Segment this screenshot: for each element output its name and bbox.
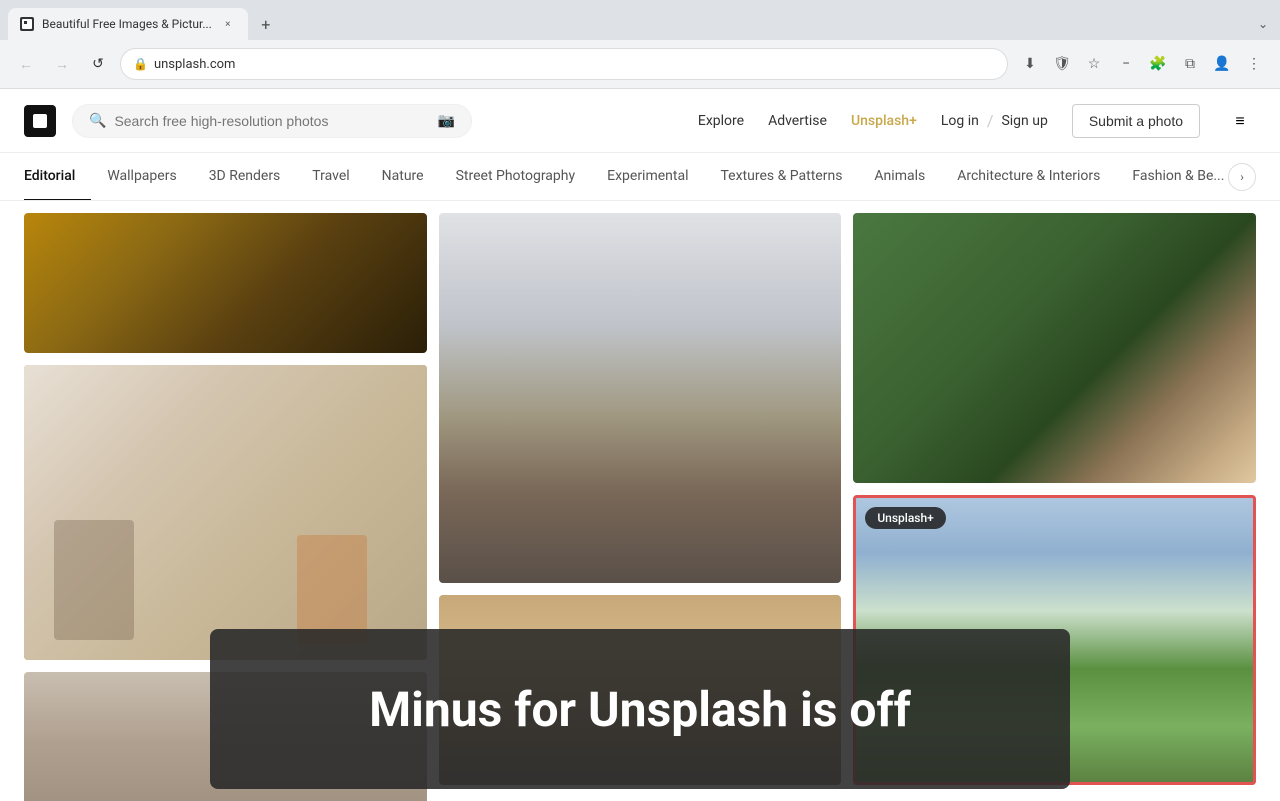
photo-owl[interactable] [853,213,1256,483]
header-nav: Explore Advertise Unsplash+ Log in / Sig… [698,104,1256,138]
category-wallpapers[interactable]: Wallpapers [91,153,192,201]
camera-search-icon[interactable]: 📷 [438,113,455,129]
auth-divider: / [987,111,994,130]
shield-icon[interactable]: 🛡 [1048,50,1076,78]
category-editorial[interactable]: Editorial [24,153,91,201]
category-nature[interactable]: Nature [366,153,440,201]
explore-link[interactable]: Explore [698,113,744,129]
browser-actions: ⬇ 🛡 ☆ − 🧩 ⧉ 👤 ⋮ [1016,50,1268,78]
search-bar[interactable]: 🔍 📷 [72,104,472,138]
main-content: Unsplash+ Unsplash+ Minus for Unsplash i… [0,201,1280,801]
more-options-icon[interactable]: ⋮ [1240,50,1268,78]
overlay-text: Minus for Unsplash is off [369,681,911,738]
category-experimental[interactable]: Experimental [591,153,704,201]
star-icon[interactable]: ☆ [1080,50,1108,78]
submit-photo-button[interactable]: Submit a photo [1072,104,1200,138]
category-architecture-interiors[interactable]: Architecture & Interiors [941,153,1116,201]
login-link[interactable]: Log in [941,113,979,129]
address-bar: ← → ↺ 🔒 unsplash.com ⬇ 🛡 ☆ − 🧩 ⧉ 👤 ⋮ [0,40,1280,88]
photo-couple[interactable]: Unsplash+ [24,365,427,660]
photo-bokeh[interactable] [24,213,427,353]
tab-list-chevron-icon[interactable]: ⌄ [1254,13,1272,35]
site-header: 🔍 📷 Explore Advertise Unsplash+ Log in /… [0,89,1280,153]
tab-favicon [20,17,34,31]
unsplash-plus-link[interactable]: Unsplash+ [851,113,917,129]
profile-icon[interactable]: 👤 [1208,50,1236,78]
tab-close-button[interactable]: × [220,16,236,32]
address-input[interactable]: 🔒 unsplash.com [120,48,1008,80]
reload-button[interactable]: ↺ [84,50,112,78]
active-tab[interactable]: Beautiful Free Images & Pictur... × [8,8,248,40]
category-animals[interactable]: Animals [858,153,941,201]
search-input[interactable] [114,113,429,129]
split-view-icon[interactable]: ⧉ [1176,50,1204,78]
extensions-icon[interactable]: 🧩 [1144,50,1172,78]
category-street-photography[interactable]: Street Photography [440,153,592,201]
category-fashion-beauty[interactable]: Fashion & Be... [1116,153,1240,201]
tab-bar: Beautiful Free Images & Pictur... × + ⌄ [0,0,1280,40]
category-next-arrow-icon[interactable]: › [1228,163,1256,191]
auth-section: Log in / Sign up [941,111,1048,130]
search-icon: 🔍 [89,113,106,129]
unsplash-badge-exercise: Unsplash+ [865,507,945,529]
back-button[interactable]: ← [12,50,40,78]
category-nav: Editorial Wallpapers 3D Renders Travel N… [0,153,1280,201]
browser-chrome: Beautiful Free Images & Pictur... × + ⌄ … [0,0,1280,89]
tab-title: Beautiful Free Images & Pictur... [42,17,212,31]
logo[interactable] [24,105,56,137]
advertise-link[interactable]: Advertise [768,113,827,129]
hamburger-menu-button[interactable]: ≡ [1224,105,1256,137]
category-travel[interactable]: Travel [296,153,365,201]
photo-snow-beach[interactable] [439,213,842,583]
address-text: unsplash.com [154,57,995,72]
logo-icon [24,105,56,137]
category-3d-renders[interactable]: 3D Renders [193,153,297,201]
overlay-message: Minus for Unsplash is off [210,629,1070,789]
forward-button[interactable]: → [48,50,76,78]
category-textures-patterns[interactable]: Textures & Patterns [705,153,859,201]
signup-link[interactable]: Sign up [1001,113,1047,129]
lock-icon: 🔒 [133,57,148,71]
new-tab-button[interactable]: + [252,10,280,38]
minus-icon[interactable]: − [1112,50,1140,78]
download-icon[interactable]: ⬇ [1016,50,1044,78]
